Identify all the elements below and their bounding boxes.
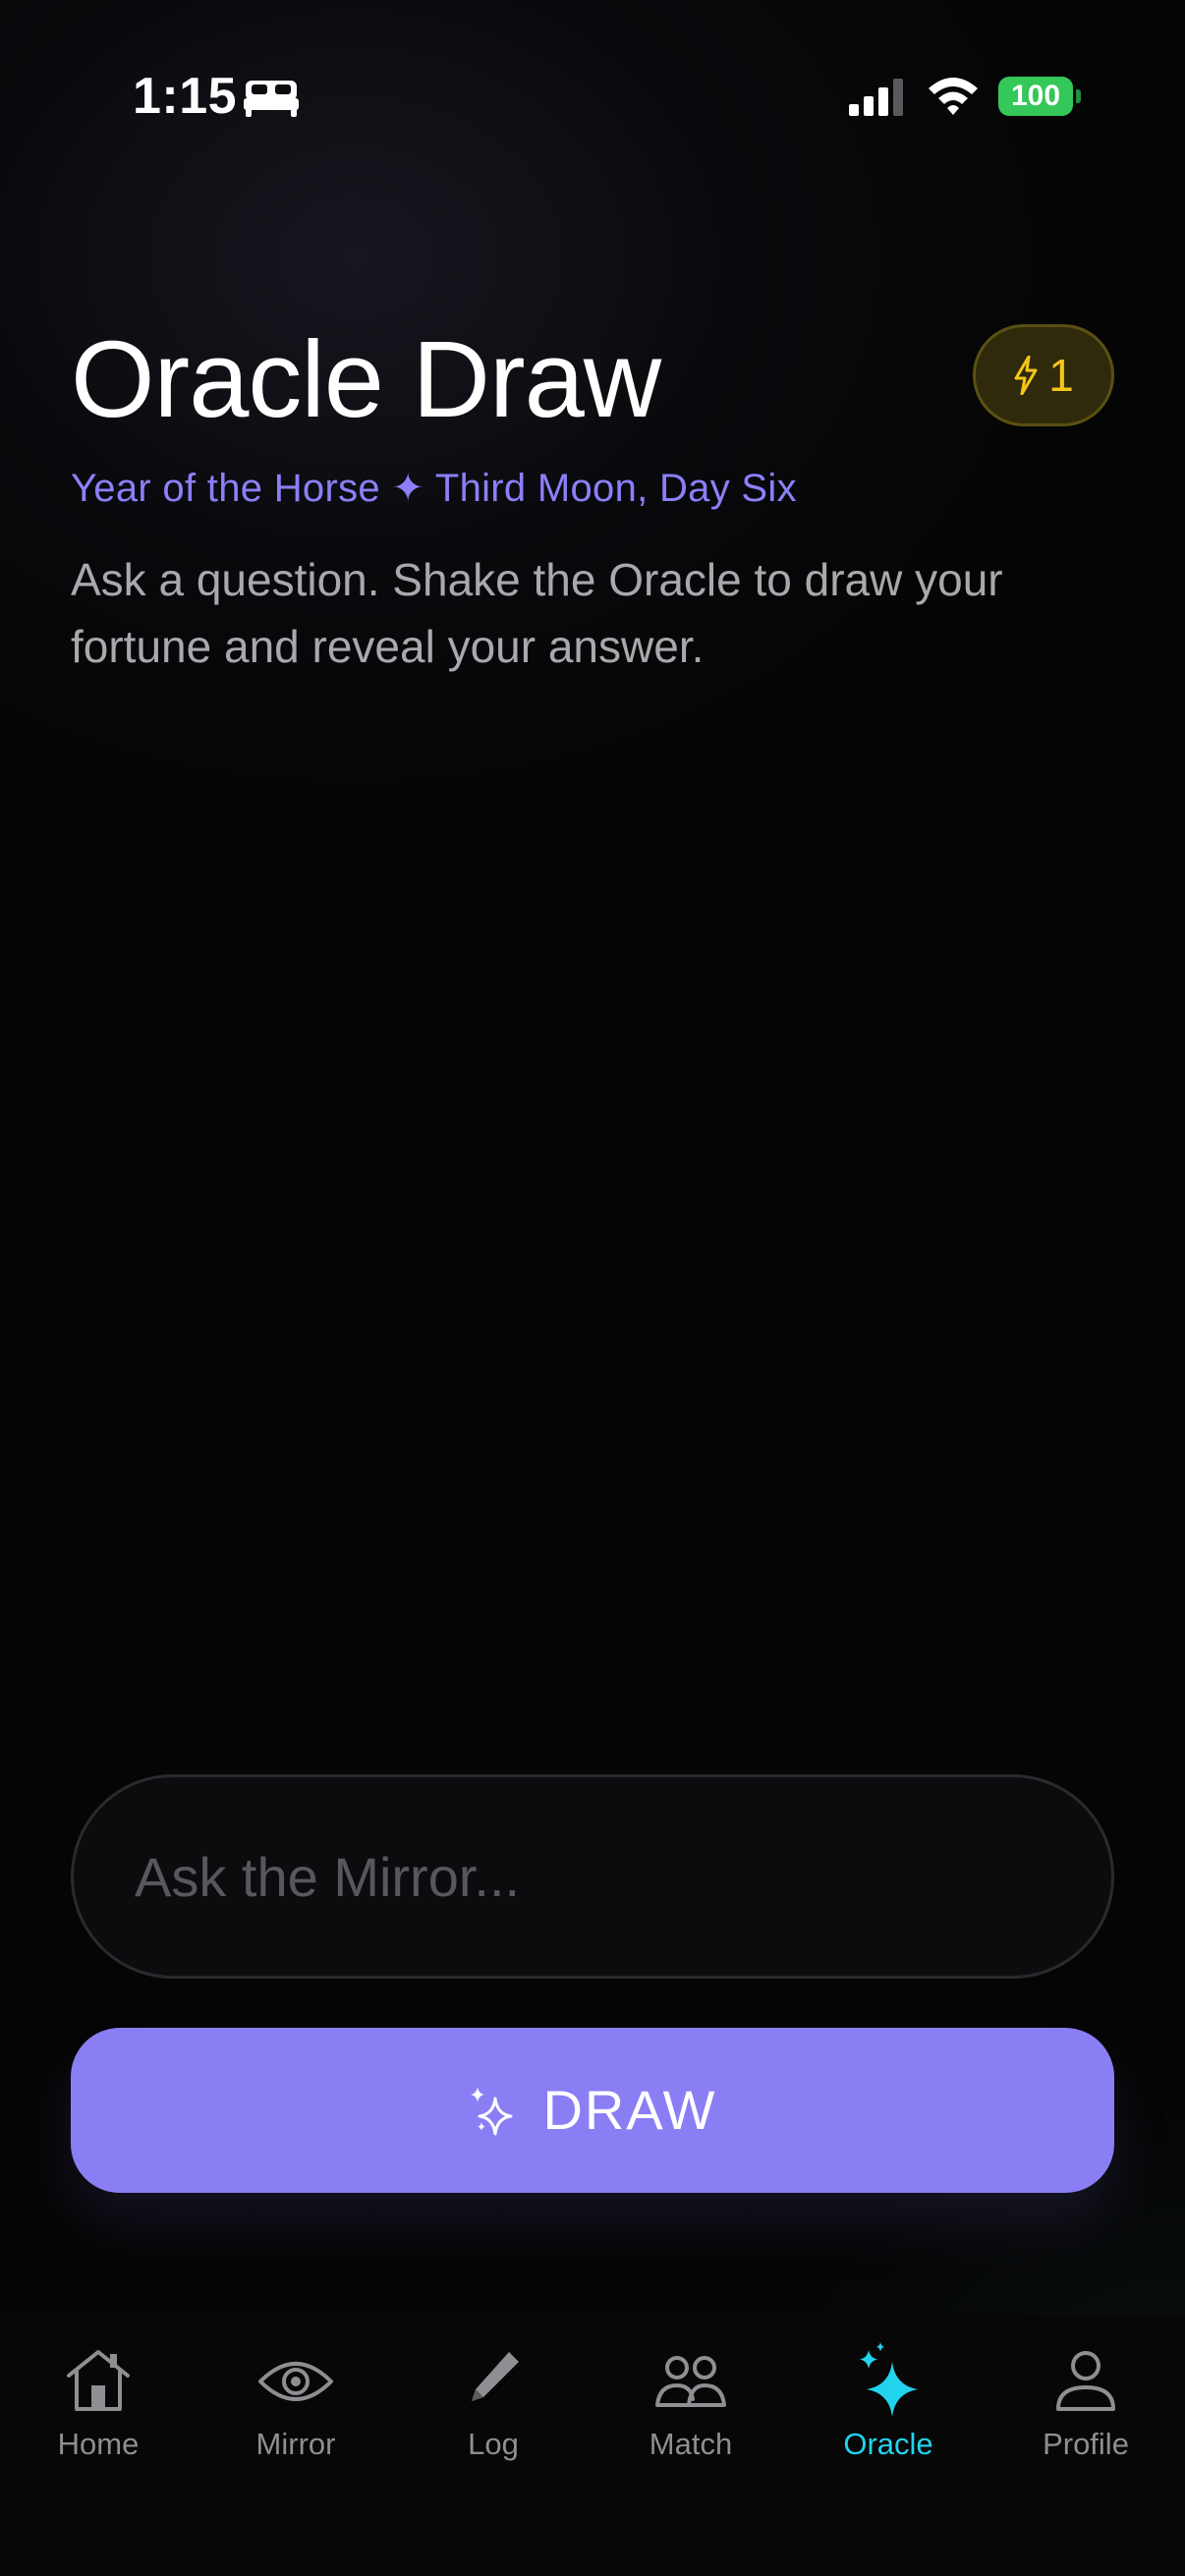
tab-label: Home: [57, 2427, 140, 2461]
tab-log[interactable]: Log: [395, 2340, 592, 2488]
pencil-icon: [472, 2352, 519, 2401]
oracle-screen: 1:15 100 Oracle Draw 1 Year of the Horse…: [0, 0, 1185, 2576]
lunar-date: Year of the Horse ✦ Third Moon, Day Six: [71, 467, 797, 510]
energy-badge[interactable]: 1: [973, 324, 1114, 426]
draw-button[interactable]: DRAW: [71, 2028, 1114, 2193]
tab-label: Mirror: [255, 2427, 336, 2461]
battery-level: 100: [998, 77, 1073, 116]
bed-icon: [244, 81, 299, 117]
home-icon: [67, 2350, 130, 2411]
tab-label: Oracle: [843, 2427, 933, 2461]
sparkle-icon: [471, 2087, 513, 2136]
tab-home[interactable]: Home: [0, 2340, 197, 2488]
battery-icon: 100: [998, 77, 1081, 116]
bolt-icon: [1014, 356, 1038, 395]
people-icon: [655, 2356, 726, 2407]
tab-mirror[interactable]: Mirror: [198, 2340, 394, 2488]
tab-label: Match: [649, 2427, 733, 2461]
signal-icon: [849, 79, 903, 116]
battery-cap: [1076, 89, 1081, 103]
tab-profile[interactable]: Profile: [988, 2340, 1184, 2488]
instructions-text: Ask a question. Shake the Oracle to draw…: [71, 554, 1003, 672]
status-time: 1:15: [133, 68, 238, 125]
tab-bar: Home Mirror Log Match Oracle Profile: [0, 2315, 1185, 2576]
tab-label: Log: [468, 2427, 519, 2461]
wifi-icon: [929, 78, 978, 115]
draw-button-label: DRAW: [542, 2079, 717, 2141]
tab-match[interactable]: Match: [592, 2340, 789, 2488]
status-bar: 1:15 100: [0, 0, 1185, 196]
person-icon: [1056, 2351, 1115, 2411]
energy-count: 1: [1048, 350, 1074, 401]
sparkle-icon: [860, 2342, 918, 2417]
tab-oracle[interactable]: Oracle: [790, 2340, 987, 2488]
tab-label: Profile: [1043, 2427, 1129, 2461]
eye-icon: [258, 2362, 333, 2401]
page-title: Oracle Draw: [71, 319, 661, 440]
question-input[interactable]: [71, 1774, 1114, 1979]
